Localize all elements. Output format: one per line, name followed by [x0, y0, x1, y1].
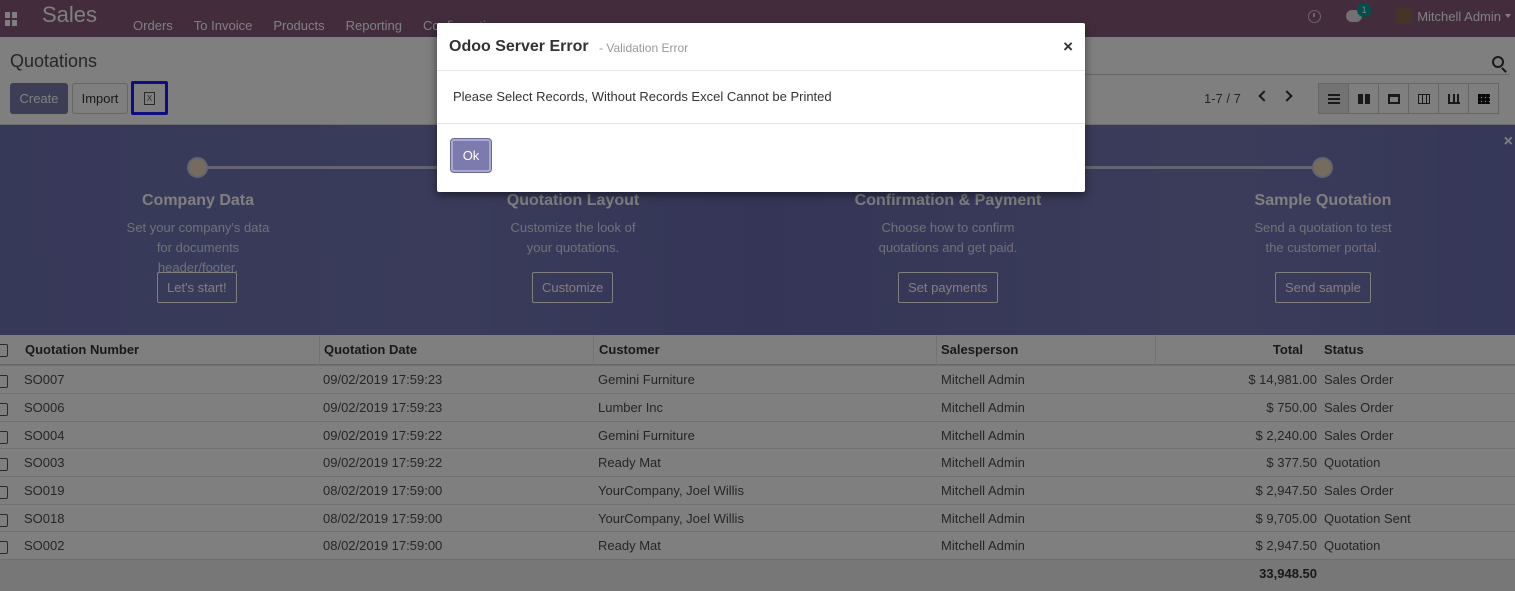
close-icon[interactable]: ×	[1063, 37, 1073, 57]
dialog-message: Please Select Records, Without Records E…	[453, 89, 832, 104]
dialog-header: Odoo Server Error - Validation Error ×	[437, 23, 1085, 71]
dialog-footer: Ok	[437, 123, 1085, 192]
error-dialog: Odoo Server Error - Validation Error × P…	[437, 23, 1085, 192]
dialog-subtitle: - Validation Error	[599, 41, 689, 55]
dialog-title: Odoo Server Error	[449, 38, 589, 55]
ok-button[interactable]: Ok	[451, 139, 491, 172]
